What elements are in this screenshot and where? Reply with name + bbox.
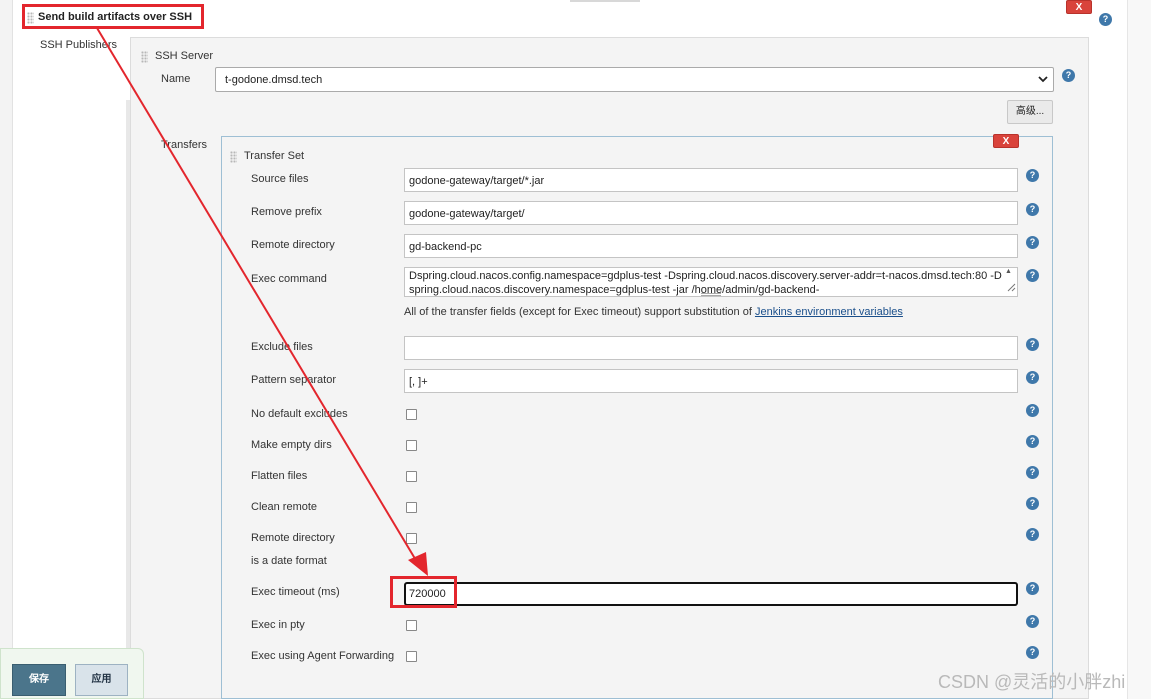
source-files-value: godone-gateway/target/*.jar <box>409 175 545 187</box>
help-icon[interactable]: ? <box>1026 528 1039 541</box>
help-icon[interactable]: ? <box>1026 646 1039 659</box>
help-icon[interactable]: ? <box>1026 404 1039 417</box>
watermark: CSDN @灵活的小胖zhi <box>938 672 1126 692</box>
remote-dir-date-label-line2: is a date format <box>251 555 327 567</box>
exclude-files-label: Exclude files <box>251 341 313 353</box>
exclude-files-input[interactable] <box>404 336 1018 360</box>
note-text: All of the transfer fields (except for E… <box>404 306 755 318</box>
server-name-select[interactable] <box>215 67 1054 92</box>
help-icon[interactable]: ? <box>1026 338 1039 351</box>
chevron-down-icon[interactable] <box>1036 71 1050 87</box>
exec-in-pty-label: Exec in pty <box>251 619 305 631</box>
clean-remote-label: Clean remote <box>251 501 318 513</box>
clean-remote-checkbox[interactable] <box>406 502 417 513</box>
exec-timeout-input[interactable] <box>404 582 1018 606</box>
help-icon[interactable]: ? <box>1026 497 1039 510</box>
section-title: Send build artifacts over SSH <box>38 11 193 23</box>
advanced-button[interactable]: 高级... <box>1007 100 1053 124</box>
help-icon[interactable]: ? <box>1026 236 1039 249</box>
agent-forwarding-checkbox[interactable] <box>406 651 417 662</box>
drag-handle-icon[interactable] <box>230 151 237 163</box>
help-icon[interactable]: ? <box>1026 371 1039 384</box>
help-icon[interactable]: ? <box>1026 466 1039 479</box>
remote-directory-label: Remote directory <box>251 239 335 251</box>
substitution-note: All of the transfer fields (except for E… <box>404 306 903 318</box>
save-button[interactable]: 保存 <box>12 664 66 696</box>
remote-directory-value: gd-backend-pc <box>409 241 482 253</box>
ssh-publishers-label: SSH Publishers <box>40 39 118 51</box>
delete-transfer-set-button[interactable]: X <box>993 134 1019 148</box>
server-name-value: t-godone.dmsd.tech <box>225 74 323 86</box>
exec-in-pty-checkbox[interactable] <box>406 620 417 631</box>
help-icon[interactable]: ? <box>1026 615 1039 628</box>
remove-prefix-value: godone-gateway/target/ <box>409 208 525 220</box>
left-gutter <box>0 0 13 699</box>
top-divider <box>570 0 640 2</box>
delete-section-button[interactable]: X <box>1066 0 1092 14</box>
pattern-separator-value: [, ]+ <box>409 376 428 388</box>
remote-dir-date-checkbox[interactable] <box>406 533 417 544</box>
flatten-files-label: Flatten files <box>251 470 308 482</box>
agent-forwarding-label: Exec using Agent Forwarding <box>251 650 395 662</box>
help-icon[interactable]: ? <box>1099 13 1112 26</box>
transfer-set-title: Transfer Set <box>244 150 305 162</box>
jenkins-env-vars-link[interactable]: Jenkins environment variables <box>755 306 903 318</box>
drag-handle-icon[interactable] <box>141 51 148 63</box>
remote-dir-date-label: Remote directory <box>251 532 335 544</box>
remove-prefix-label: Remove prefix <box>251 206 322 218</box>
textarea-grip-icon[interactable] <box>701 293 721 296</box>
right-scroll-gutter <box>1127 0 1151 699</box>
exec-command-label: Exec command <box>251 273 327 285</box>
make-empty-dirs-label: Make empty dirs <box>251 439 332 451</box>
no-default-excludes-label: No default excludes <box>251 408 348 420</box>
help-icon[interactable]: ? <box>1026 435 1039 448</box>
transfers-label: Transfers <box>161 139 208 151</box>
scroll-up-icon[interactable]: ▲ <box>1005 268 1012 275</box>
no-default-excludes-checkbox[interactable] <box>406 409 417 420</box>
help-icon[interactable]: ? <box>1026 269 1039 282</box>
make-empty-dirs-checkbox[interactable] <box>406 440 417 451</box>
pattern-separator-input[interactable] <box>404 369 1018 393</box>
help-icon[interactable]: ? <box>1026 582 1039 595</box>
ssh-server-title: SSH Server <box>155 50 214 62</box>
remote-directory-input[interactable] <box>404 234 1018 258</box>
exec-command-value: Dspring.cloud.nacos.config.namespace=gdp… <box>409 270 1002 296</box>
help-icon[interactable]: ? <box>1062 69 1075 82</box>
flatten-files-checkbox[interactable] <box>406 471 417 482</box>
help-icon[interactable]: ? <box>1026 203 1039 216</box>
pattern-separator-label: Pattern separator <box>251 374 336 386</box>
apply-button[interactable]: 应用 <box>75 664 128 696</box>
server-name-label: Name <box>161 73 191 85</box>
exec-timeout-highlight <box>390 576 457 608</box>
source-files-label: Source files <box>251 173 309 185</box>
exec-timeout-label: Exec timeout (ms) <box>251 586 340 598</box>
help-icon[interactable]: ? <box>1026 169 1039 182</box>
resize-grip-icon[interactable] <box>1006 282 1016 292</box>
drag-handle-icon[interactable] <box>27 12 34 24</box>
